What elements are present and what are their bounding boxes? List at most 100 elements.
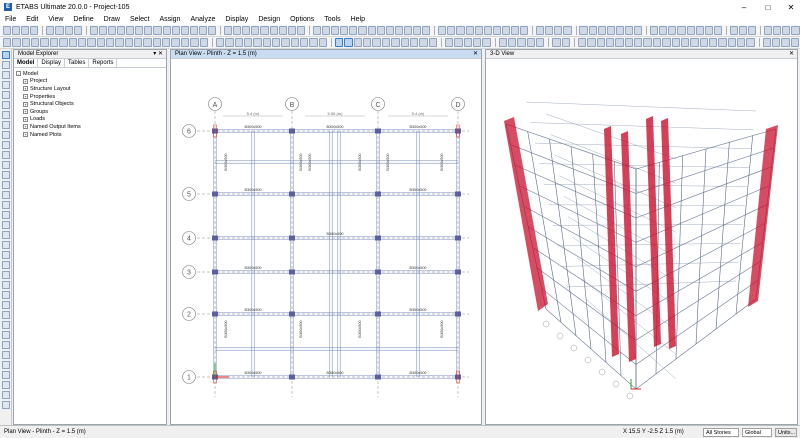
- draw-tool-icon[interactable]: [1, 181, 10, 189]
- view-tool-icon[interactable]: [234, 38, 243, 47]
- view-tool-icon[interactable]: [68, 38, 77, 47]
- view-tool-icon[interactable]: [708, 38, 718, 47]
- tree-item[interactable]: + Project: [16, 78, 164, 86]
- main-tool-icon[interactable]: [511, 26, 520, 35]
- view-tool-icon[interactable]: [517, 38, 526, 47]
- menu-assign[interactable]: Assign: [154, 16, 185, 23]
- tree-item[interactable]: + Loads: [16, 116, 164, 124]
- main-tool-icon[interactable]: [3, 26, 12, 35]
- draw-tool-icon[interactable]: [1, 331, 10, 339]
- view-tool-icon[interactable]: [746, 38, 755, 47]
- view-tool-icon[interactable]: [781, 38, 790, 47]
- main-tool-icon[interactable]: [520, 26, 529, 35]
- main-tool-icon[interactable]: [456, 26, 465, 35]
- tab-reports[interactable]: Reports: [89, 59, 118, 67]
- view-tool-icon[interactable]: [444, 38, 454, 47]
- expand-icon[interactable]: +: [23, 86, 28, 92]
- view-tool-icon[interactable]: [526, 38, 536, 47]
- view-tool-icon[interactable]: [400, 38, 409, 47]
- main-tool-icon[interactable]: [579, 26, 588, 35]
- tab-tables[interactable]: Tables: [65, 59, 90, 67]
- main-tool-icon[interactable]: [322, 26, 331, 35]
- view-tool-icon[interactable]: [419, 38, 428, 47]
- view-tool-icon[interactable]: [671, 38, 680, 47]
- tab-display[interactable]: Display: [38, 59, 66, 67]
- main-tool-icon[interactable]: [12, 26, 21, 35]
- expand-icon[interactable]: +: [23, 78, 28, 84]
- main-tool-icon[interactable]: [340, 26, 349, 35]
- view-tool-icon[interactable]: [680, 38, 690, 47]
- draw-tool-icon[interactable]: [1, 141, 10, 149]
- maximize-button[interactable]: □: [757, 0, 779, 14]
- main-tool-icon[interactable]: [465, 26, 474, 35]
- main-tool-icon[interactable]: [233, 26, 242, 35]
- expand-icon[interactable]: +: [23, 109, 28, 115]
- main-tool-icon[interactable]: [492, 26, 501, 35]
- draw-tool-icon[interactable]: [1, 251, 10, 259]
- view-tool-icon[interactable]: [243, 38, 253, 47]
- expand-icon[interactable]: +: [23, 132, 28, 138]
- view-tool-icon[interactable]: [428, 38, 437, 47]
- main-tool-icon[interactable]: [349, 26, 358, 35]
- view-tool-icon[interactable]: [353, 38, 363, 47]
- main-tool-icon[interactable]: [474, 26, 483, 35]
- main-tool-icon[interactable]: [64, 26, 73, 35]
- draw-tool-icon[interactable]: [1, 61, 10, 69]
- view-tool-icon[interactable]: [3, 38, 12, 47]
- main-tool-icon[interactable]: [278, 26, 287, 35]
- view-tool-icon[interactable]: [134, 38, 143, 47]
- close-button[interactable]: ✕: [780, 0, 800, 14]
- main-tool-icon[interactable]: [171, 26, 180, 35]
- draw-tool-icon[interactable]: [1, 401, 10, 409]
- view-tool-icon[interactable]: [381, 38, 391, 47]
- draw-tool-icon[interactable]: [1, 241, 10, 249]
- view-tool-icon[interactable]: [772, 38, 781, 47]
- main-tool-icon[interactable]: [98, 26, 107, 35]
- view-tool-icon[interactable]: [498, 38, 507, 47]
- view-tool-icon[interactable]: [718, 38, 727, 47]
- draw-tool-icon[interactable]: [1, 301, 10, 309]
- main-tool-icon[interactable]: [312, 26, 321, 35]
- main-tool-icon[interactable]: [144, 26, 153, 35]
- view-tool-icon[interactable]: [662, 38, 671, 47]
- view-tool-icon[interactable]: [190, 38, 199, 47]
- tab-model[interactable]: Model: [14, 59, 39, 67]
- main-tool-icon[interactable]: [677, 26, 686, 35]
- view-tool-icon[interactable]: [634, 38, 643, 47]
- view-tool-icon[interactable]: [225, 38, 234, 47]
- view-tool-icon[interactable]: [652, 38, 662, 47]
- main-tool-icon[interactable]: [30, 26, 39, 35]
- main-tool-icon[interactable]: [153, 26, 162, 35]
- view-tool-icon[interactable]: [309, 38, 318, 47]
- view-tool-icon[interactable]: [596, 38, 605, 47]
- stories-select[interactable]: All Stories: [703, 428, 739, 437]
- plan-view-canvas[interactable]: A B C D 6 5 4 3 2 1 5.4 (m) 5.55 (m) 5.4 (m) B300x500…: [171, 59, 481, 424]
- view-tool-icon[interactable]: [335, 38, 344, 47]
- collapse-icon[interactable]: -: [16, 71, 21, 77]
- view-tool-icon[interactable]: [372, 38, 381, 47]
- view-tool-icon[interactable]: [482, 38, 491, 47]
- menu-edit[interactable]: Edit: [21, 16, 43, 23]
- view-tool-icon[interactable]: [12, 38, 21, 47]
- main-tool-icon[interactable]: [634, 26, 643, 35]
- view-tool-icon[interactable]: [643, 38, 652, 47]
- draw-tool-icon[interactable]: [1, 351, 10, 359]
- view-tool-icon[interactable]: [507, 38, 517, 47]
- main-tool-icon[interactable]: [89, 26, 98, 35]
- main-tool-icon[interactable]: [686, 26, 695, 35]
- draw-tool-icon[interactable]: [1, 171, 10, 179]
- view-tool-icon[interactable]: [59, 38, 68, 47]
- draw-tool-icon[interactable]: [1, 191, 10, 199]
- main-tool-icon[interactable]: [704, 26, 713, 35]
- view-tool-icon[interactable]: [454, 38, 463, 47]
- view-tool-icon[interactable]: [552, 38, 561, 47]
- main-tool-icon[interactable]: [588, 26, 597, 35]
- view-tool-icon[interactable]: [762, 38, 772, 47]
- main-tool-icon[interactable]: [729, 26, 738, 35]
- main-tool-icon[interactable]: [606, 26, 615, 35]
- main-tool-icon[interactable]: [625, 26, 634, 35]
- main-tool-icon[interactable]: [46, 26, 55, 35]
- units-button[interactable]: Units...: [775, 428, 797, 437]
- view-tool-icon[interactable]: [624, 38, 634, 47]
- draw-tool-icon[interactable]: [1, 81, 10, 89]
